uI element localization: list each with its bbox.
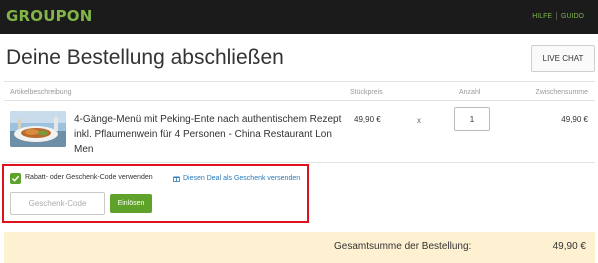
- top-nav-links: HILFE GUIDO: [532, 12, 584, 20]
- order-total-bar: [4, 232, 595, 263]
- live-chat-button[interactable]: LIVE CHAT: [531, 45, 595, 72]
- item-description[interactable]: 4-Gänge-Menü mit Peking-Ente nach authen…: [74, 112, 342, 157]
- quantity-input[interactable]: 1: [454, 107, 490, 131]
- user-account-link[interactable]: GUIDO: [561, 13, 584, 20]
- multiply-sign: x: [417, 116, 421, 125]
- divider: [4, 162, 595, 163]
- order-total-value: 49,90 €: [552, 241, 586, 252]
- item-subtotal: 49,90 €: [561, 115, 588, 124]
- gift-icon: [173, 176, 180, 182]
- top-navigation-bar: GROUPON HILFE GUIDO: [0, 0, 598, 34]
- deal-thumbnail-image: [10, 111, 66, 147]
- order-total-label: Gesamtsumme der Bestellung:: [334, 241, 472, 252]
- column-header-unit-price: Stückpreis: [350, 89, 383, 96]
- coupon-checkbox-label[interactable]: Rabatt- oder Geschenk-Code verwenden: [25, 174, 153, 181]
- nav-divider: [556, 12, 558, 20]
- use-coupon-checkbox[interactable]: [10, 173, 21, 184]
- help-link[interactable]: HILFE: [532, 13, 552, 20]
- page-title: Deine Bestellung abschließen: [6, 46, 284, 69]
- redeem-button[interactable]: Einlösen: [110, 194, 152, 213]
- divider: [4, 100, 595, 101]
- item-unit-price: 49,90 €: [354, 115, 381, 124]
- send-as-gift-label: Diesen Deal als Geschenk versenden: [183, 175, 301, 182]
- column-header-quantity: Anzahl: [459, 89, 481, 96]
- food-plate-picture: [10, 111, 66, 147]
- gift-code-input[interactable]: [10, 192, 105, 215]
- column-header-description: Artikelbeschreibung: [10, 89, 72, 96]
- groupon-logo[interactable]: GROUPON: [6, 7, 93, 25]
- checkmark-icon: [11, 175, 20, 182]
- divider: [4, 81, 595, 82]
- column-header-subtotal: Zwischensumme: [535, 89, 588, 96]
- send-as-gift-link[interactable]: Diesen Deal als Geschenk versenden: [173, 175, 300, 182]
